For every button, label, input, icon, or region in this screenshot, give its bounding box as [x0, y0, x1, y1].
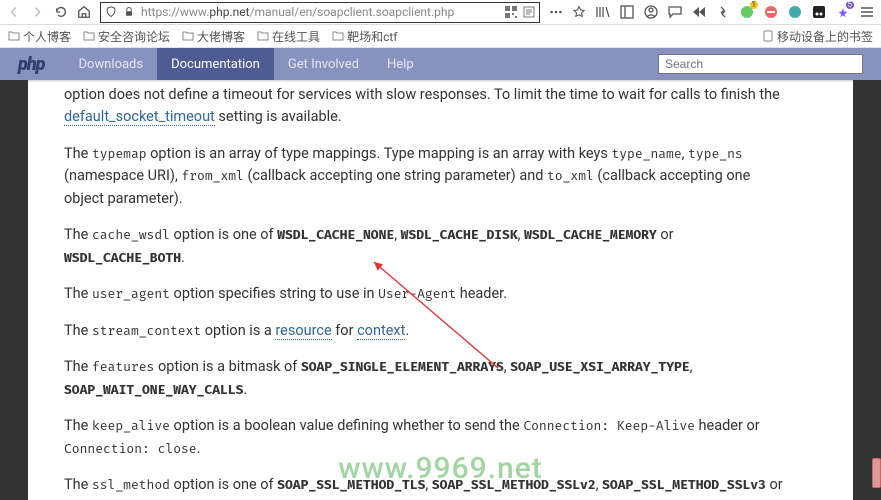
mobile-bookmarks[interactable]: 移动设备上的书签	[763, 28, 873, 45]
doc-content: option does not define a timeout for ser…	[28, 80, 853, 500]
paragraph: The features option is a bitmask of SOAP…	[64, 356, 793, 401]
bookmark-item[interactable]: 大佬博客	[182, 28, 245, 45]
url-bar[interactable]: https://www.php.net/manual/en/soapclient…	[100, 2, 540, 23]
paragraph: The ssl_method option is one of SOAP_SSL…	[64, 474, 793, 500]
left-gutter	[0, 80, 28, 500]
php-navbar: php Downloads Documentation Get Involved…	[0, 48, 881, 80]
nav-help[interactable]: Help	[373, 48, 428, 80]
paragraph: The user_agent option specifies string t…	[64, 283, 793, 305]
ext5-icon[interactable]	[835, 4, 851, 20]
ext2-icon[interactable]	[763, 4, 779, 20]
search-input[interactable]	[658, 54, 863, 74]
link-default-socket-timeout[interactable]: default_socket_timeout	[64, 108, 215, 126]
ext3-icon[interactable]	[787, 4, 803, 20]
library-icon[interactable]	[595, 4, 611, 20]
sync-icon[interactable]	[715, 4, 731, 20]
home-button[interactable]	[77, 4, 93, 20]
nav-downloads[interactable]: Downloads	[65, 48, 158, 80]
folder-icon	[83, 30, 95, 42]
paragraph: option does not define a timeout for ser…	[64, 84, 793, 129]
bookmarks-bar: 个人博客 安全咨询论坛 大佬博客 在线工具 靶场和ctf 移动设备上的书签	[0, 25, 881, 48]
bookmark-star-button[interactable]	[572, 4, 588, 20]
bookmark-item[interactable]: 安全咨询论坛	[83, 28, 170, 45]
phone-icon	[763, 30, 773, 42]
scroll-indicator[interactable]	[872, 458, 881, 488]
right-gutter	[853, 80, 881, 500]
paragraph: The typemap option is an array of type m…	[64, 143, 793, 210]
bookmark-item[interactable]: 在线工具	[257, 28, 320, 45]
nav-documentation[interactable]: Documentation	[157, 48, 274, 80]
qr-icon[interactable]	[505, 6, 517, 18]
url-text: https://www.php.net/manual/en/soapclient…	[141, 5, 499, 19]
folder-icon	[182, 30, 194, 42]
link-context[interactable]: context	[357, 322, 405, 340]
php-logo[interactable]: php	[18, 54, 45, 75]
rewind-icon[interactable]	[691, 4, 707, 20]
reload-button[interactable]	[53, 4, 69, 20]
paragraph: The keep_alive option is a boolean value…	[64, 415, 793, 460]
back-button[interactable]	[6, 4, 22, 20]
account-icon[interactable]	[643, 4, 659, 20]
sidebar-icon[interactable]	[619, 4, 635, 20]
lock-icon	[123, 6, 135, 18]
page-actions-button[interactable]	[548, 4, 564, 20]
menu-button[interactable]	[859, 4, 875, 20]
folder-icon	[8, 30, 20, 42]
bookmark-item[interactable]: 个人博客	[8, 28, 71, 45]
ext4-icon[interactable]	[811, 4, 827, 20]
php-nav: Downloads Documentation Get Involved Hel…	[65, 48, 428, 80]
ext1-icon[interactable]	[739, 4, 755, 20]
link-resource[interactable]: resource	[275, 322, 331, 340]
shield-icon	[105, 6, 117, 18]
bookmark-item[interactable]: 靶场和ctf	[332, 28, 397, 45]
browser-toolbar: https://www.php.net/manual/en/soapclient…	[0, 0, 881, 25]
folder-icon	[257, 30, 269, 42]
chat-icon[interactable]	[667, 4, 683, 20]
folder-icon	[332, 30, 344, 42]
paragraph: The stream_context option is a resource …	[64, 320, 793, 342]
forward-button[interactable]	[30, 4, 46, 20]
nav-getinvolved[interactable]: Get Involved	[274, 48, 373, 80]
reader-icon[interactable]	[523, 6, 535, 18]
paragraph: The cache_wsdl option is one of WSDL_CAC…	[64, 224, 793, 269]
